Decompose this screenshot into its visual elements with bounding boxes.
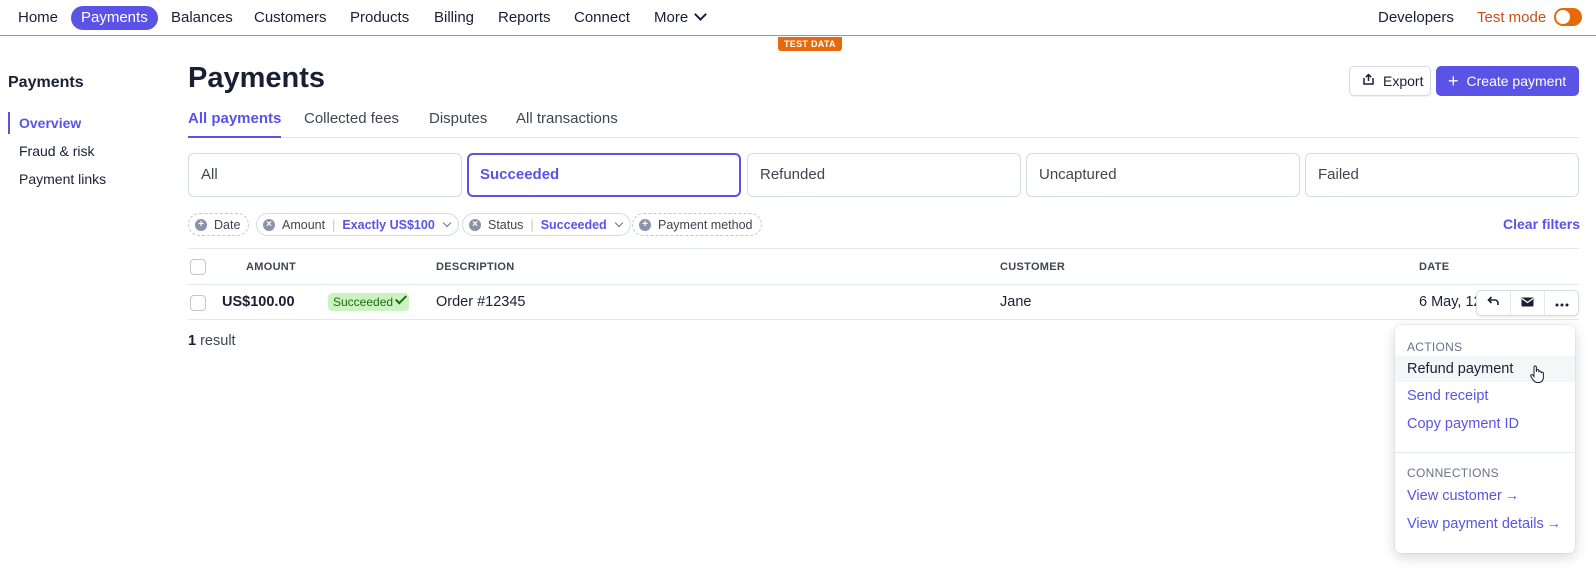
- row-description: Order #12345: [436, 294, 526, 310]
- menu-divider: [1395, 452, 1575, 453]
- developers-link[interactable]: Developers: [1368, 6, 1464, 30]
- plus-circle-icon: +: [639, 218, 651, 231]
- sidebar-item-fraud-risk[interactable]: Fraud & risk: [8, 140, 94, 162]
- ellipsis-icon: [1555, 294, 1569, 312]
- menu-item-view-customer[interactable]: View customer →: [1395, 482, 1575, 508]
- sidebar-item-overview[interactable]: Overview: [8, 112, 81, 134]
- menu-item-refund-payment[interactable]: Refund payment: [1395, 356, 1575, 382]
- nav-customers[interactable]: Customers: [244, 6, 337, 30]
- filter-date[interactable]: + Date: [188, 213, 250, 236]
- result-count: 1 result: [188, 333, 236, 349]
- select-all-checkbox[interactable]: [190, 259, 206, 275]
- nav-reports[interactable]: Reports: [488, 6, 561, 30]
- status-card-all[interactable]: All: [188, 153, 462, 197]
- row-checkbox[interactable]: [190, 295, 206, 311]
- table-row[interactable]: US$100.00 Succeeded Order #12345 Jane 6 …: [188, 285, 1579, 320]
- status-card-failed[interactable]: Failed: [1305, 153, 1579, 197]
- status-badge-label: Succeeded: [333, 295, 394, 309]
- nav-balances[interactable]: Balances: [161, 6, 243, 30]
- column-description[interactable]: DESCRIPTION: [436, 261, 514, 273]
- export-button[interactable]: Export: [1349, 66, 1431, 96]
- export-icon: [1362, 73, 1375, 89]
- export-label: Export: [1383, 73, 1424, 89]
- nav-products[interactable]: Products: [340, 6, 419, 30]
- view-payment-details-label: View payment details: [1407, 516, 1544, 532]
- chevron-down-icon: [442, 218, 452, 227]
- nav-payments[interactable]: Payments: [71, 6, 158, 30]
- refund-action-button[interactable]: [1477, 291, 1511, 315]
- nav-home[interactable]: Home: [8, 6, 68, 30]
- menu-section-actions: ACTIONS: [1407, 340, 1463, 354]
- tab-all-payments[interactable]: All payments: [188, 110, 282, 138]
- filter-status[interactable]: × Status | Succeeded: [462, 213, 631, 236]
- status-card-succeeded[interactable]: Succeeded: [467, 153, 741, 197]
- chevron-down-icon: [614, 218, 623, 227]
- arrow-right-icon: →: [1504, 487, 1519, 503]
- remove-circle-icon[interactable]: ×: [469, 218, 481, 231]
- top-navigation: Home Payments Balances Customers Product…: [0, 0, 1596, 36]
- filter-status-label: Status: [488, 217, 524, 232]
- tab-all-transactions[interactable]: All transactions: [516, 110, 618, 138]
- tab-disputes[interactable]: Disputes: [429, 110, 487, 138]
- chevron-down-icon: [694, 8, 708, 21]
- nav-more-label: More: [654, 9, 689, 26]
- view-customer-label: View customer: [1407, 488, 1502, 504]
- test-mode-label: Test mode: [1477, 9, 1547, 26]
- filter-payment-method-label: Payment method: [658, 217, 753, 232]
- test-mode-toggle[interactable]: [1554, 8, 1582, 26]
- nav-connect[interactable]: Connect: [564, 6, 640, 30]
- nav-more[interactable]: More: [644, 6, 715, 30]
- plus-circle-icon: +: [195, 218, 207, 231]
- table-header: AMOUNT DESCRIPTION CUSTOMER DATE: [188, 248, 1579, 285]
- filter-amount-value: Exactly US$100: [342, 217, 435, 232]
- test-data-badge: TEST DATA: [778, 37, 842, 51]
- create-payment-button[interactable]: + Create payment: [1436, 66, 1579, 96]
- filter-amount-label: Amount: [282, 217, 326, 232]
- column-amount[interactable]: AMOUNT: [246, 261, 296, 273]
- filter-date-label: Date: [214, 217, 241, 232]
- row-date: 6 May, 12: [1419, 294, 1482, 310]
- status-card-uncaptured[interactable]: Uncaptured: [1026, 153, 1300, 197]
- menu-item-copy-payment-id[interactable]: Copy payment ID: [1395, 411, 1575, 437]
- clear-filters-link[interactable]: Clear filters: [1503, 216, 1580, 232]
- column-date[interactable]: DATE: [1419, 261, 1449, 273]
- filter-amount[interactable]: × Amount | Exactly US$100: [256, 213, 459, 236]
- check-icon: [395, 292, 408, 305]
- undo-arrow-icon: [1487, 294, 1500, 312]
- payments-tabs: All payments Collected fees Disputes All…: [188, 108, 1579, 138]
- sidebar-item-payment-links[interactable]: Payment links: [8, 168, 106, 190]
- sidebar-title: Payments: [8, 74, 84, 91]
- row-amount: US$100.00: [222, 294, 295, 310]
- more-actions-button[interactable]: [1545, 291, 1578, 315]
- tab-collected-fees[interactable]: Collected fees: [304, 110, 399, 138]
- row-actions-menu: ACTIONS Refund payment Send receipt Copy…: [1395, 325, 1575, 553]
- plus-icon: +: [1448, 71, 1459, 91]
- menu-item-view-payment-details[interactable]: View payment details →: [1395, 510, 1575, 536]
- email-action-button[interactable]: [1511, 291, 1545, 315]
- create-payment-label: Create payment: [1466, 73, 1567, 89]
- row-actions: [1476, 290, 1579, 316]
- menu-item-send-receipt[interactable]: Send receipt: [1395, 383, 1575, 409]
- menu-section-connections: CONNECTIONS: [1407, 466, 1499, 480]
- status-card-refunded[interactable]: Refunded: [747, 153, 1021, 197]
- filter-separator: |: [530, 217, 534, 232]
- hand-cursor-icon: [1530, 365, 1544, 388]
- row-customer: Jane: [1000, 294, 1032, 310]
- filter-payment-method[interactable]: + Payment method: [632, 213, 762, 236]
- status-badge: Succeeded: [328, 292, 410, 311]
- column-customer[interactable]: CUSTOMER: [1000, 261, 1065, 273]
- arrow-right-icon: →: [1546, 515, 1561, 531]
- page-title: Payments: [188, 62, 326, 94]
- remove-circle-icon[interactable]: ×: [263, 218, 275, 231]
- filter-status-value: Succeeded: [540, 217, 607, 232]
- result-count-number: 1: [188, 333, 197, 349]
- mail-icon: [1521, 294, 1534, 312]
- filter-separator: |: [332, 217, 336, 232]
- result-count-suffix: result: [196, 333, 236, 349]
- nav-billing[interactable]: Billing: [424, 6, 484, 30]
